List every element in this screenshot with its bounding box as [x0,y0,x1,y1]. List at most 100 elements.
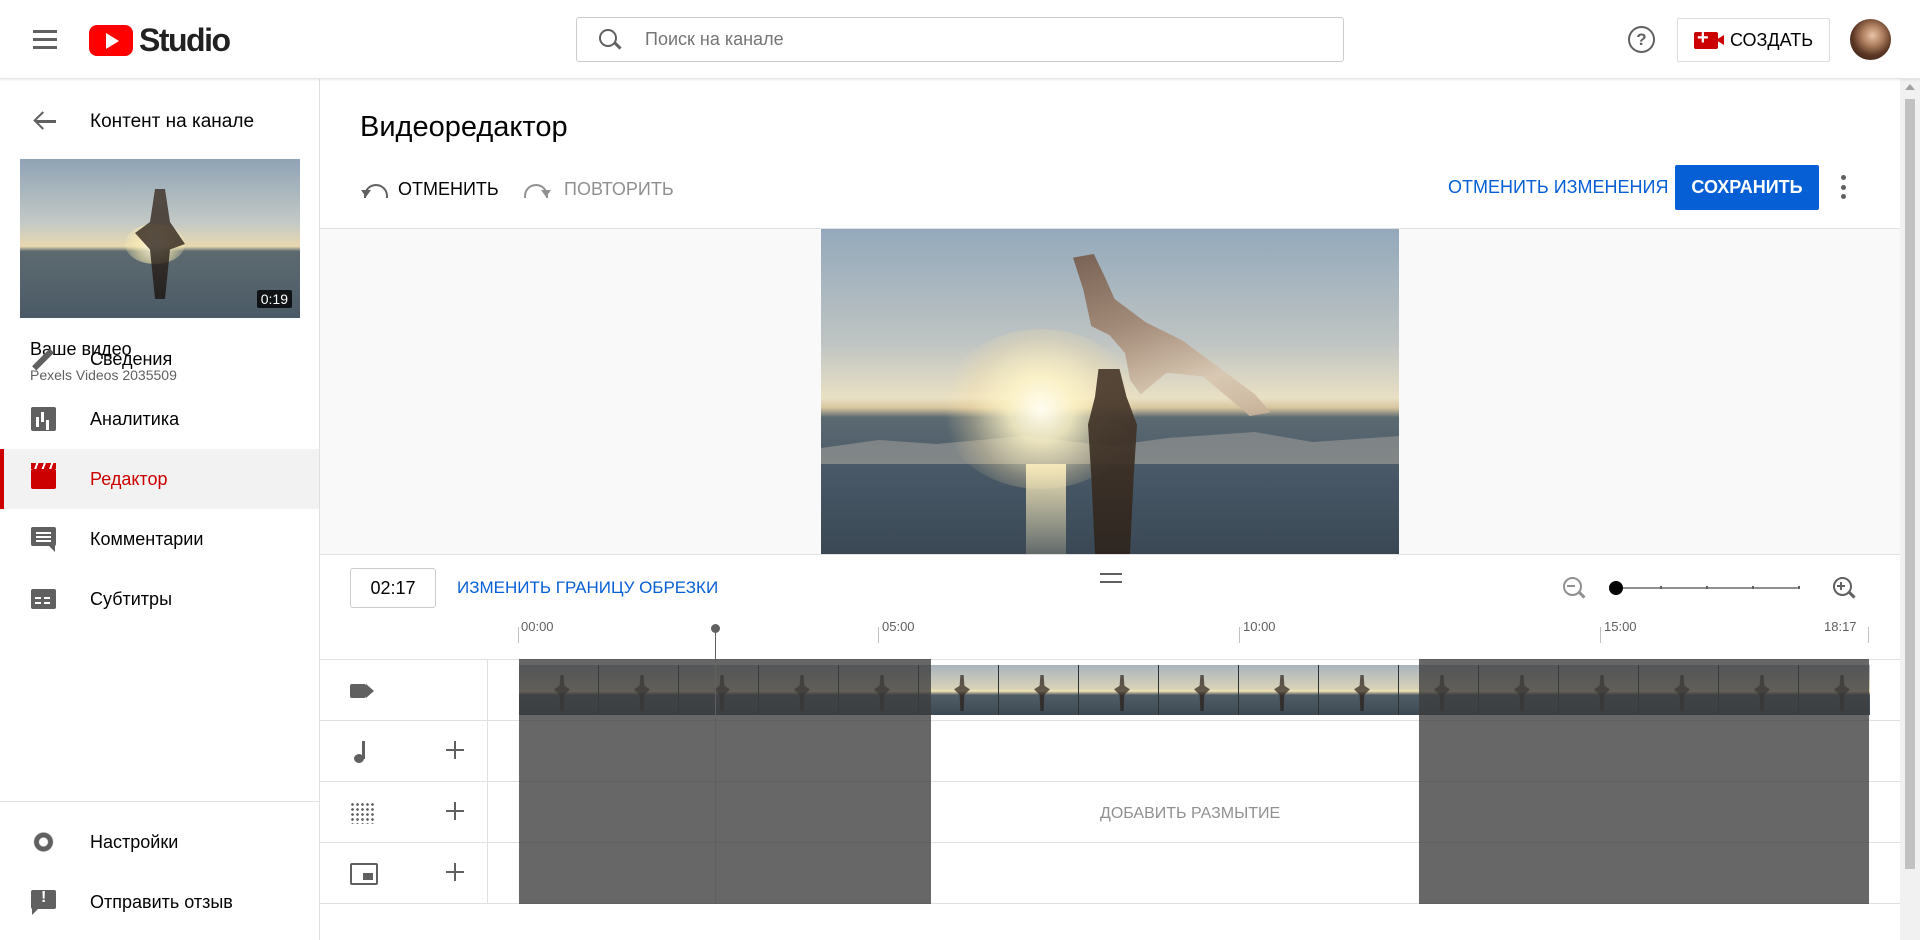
video-frame [1239,665,1319,715]
trimmed-region-left[interactable] [519,659,931,904]
back-label: Контент на канале [90,111,255,132]
playhead-line [715,629,716,904]
create-button[interactable]: СОЗДАТЬ [1677,18,1830,62]
add-blur-button[interactable]: ДОБАВИТЬ РАЗМЫТИЕ [1100,805,1280,823]
sidebar-item-label: Настройки [90,831,179,852]
undo-icon [360,180,388,198]
video-camera-icon [350,684,374,698]
preview-reflection [1026,464,1066,554]
add-audio-icon[interactable] [444,739,466,761]
edit-trim-button[interactable]: ИЗМЕНИТЬ ГРАНИЦУ ОБРЕЗКИ [457,578,718,598]
sidebar-item-label: Редактор [90,468,168,489]
ruler-label: 15:00 [1604,619,1637,634]
sidebar: Контент на канале 0:19 Ваше видео Pexels… [0,79,320,940]
sidebar-item-editor[interactable]: Редактор [0,449,319,509]
current-timecode[interactable]: 02:17 [350,568,436,608]
analytics-icon [31,407,56,431]
ruler-label: 00:00 [521,619,554,634]
search-input[interactable] [645,29,1245,50]
more-options-icon[interactable] [1840,175,1846,199]
timeline-ruler[interactable]: 00:00 05:00 10:00 15:00 18:17 [518,619,1870,643]
sidebar-item-details[interactable]: Сведения [0,329,319,389]
plus-sign [1840,582,1842,590]
resize-handle-icon[interactable] [1100,573,1122,583]
undo-button[interactable]: ОТМЕНИТЬ [360,171,499,207]
hamburger-menu-icon[interactable] [28,22,62,56]
music-note-icon [350,741,374,763]
sidebar-item-feedback[interactable]: Отправить отзыв [0,872,319,932]
zoom-in-icon[interactable] [1831,575,1857,601]
redo-icon [526,180,552,198]
sidebar-divider [0,801,319,802]
logo-text: Studio [139,22,231,58]
ruler-tick [518,627,519,643]
sidebar-item-comments[interactable]: Комментарии [0,509,319,569]
video-frame [1319,665,1399,715]
trimmed-region-right[interactable] [1419,659,1869,904]
track-header [320,782,488,842]
sidebar-item-analytics[interactable]: Аналитика [0,389,319,449]
ruler-label: 10:00 [1243,619,1276,634]
back-arrow-icon [34,111,56,131]
save-button[interactable]: СОХРАНИТЬ [1675,165,1819,210]
scroll-up-arrow-icon[interactable] [1905,84,1915,90]
zoom-tick [1752,586,1754,589]
search-icon [597,27,623,53]
sidebar-item-label: Сведения [90,348,173,369]
zoom-slider-handle[interactable] [1609,581,1623,595]
zoom-tick [1660,586,1662,589]
gear-icon [31,830,56,854]
zoom-tick [1798,586,1800,589]
video-frame [919,665,999,715]
editor-icon [31,463,56,489]
ruler-tick [878,627,879,643]
divider [320,554,1900,555]
create-label: СОЗДАТЬ [1729,29,1814,50]
subtitles-icon [31,589,56,609]
thumbnail-duration: 0:19 [256,290,292,308]
help-icon[interactable]: ? [1628,26,1655,53]
sidebar-item-label: Комментарии [90,528,204,549]
comment-icon [31,527,56,552]
redo-button[interactable]: ПОВТОРИТЬ [526,171,674,207]
sidebar-item-label: Отправить отзыв [90,891,233,912]
youtube-studio-logo[interactable]: Studio [89,22,231,59]
zoom-out-icon[interactable] [1561,575,1587,601]
undo-label: ОТМЕНИТЬ [398,178,499,199]
zoom-tick [1706,586,1708,589]
page-scrollbar[interactable] [1900,79,1920,940]
scrollbar-thumb[interactable] [1905,99,1915,869]
minus-sign [1567,585,1575,587]
track-header [320,721,488,781]
ruler-tick [1868,627,1869,643]
ruler-label: 05:00 [882,619,915,634]
account-avatar[interactable] [1850,19,1891,60]
video-frame [1079,665,1159,715]
video-frame [999,665,1079,715]
sidebar-item-label: Субтитры [90,588,173,609]
zoom-slider[interactable] [1609,579,1821,597]
redo-label: ПОВТОРИТЬ [564,178,674,199]
blur-icon [350,802,374,824]
search-box[interactable] [576,17,1344,62]
top-header: Studio ? СОЗДАТЬ [0,0,1920,79]
ruler-tick [1600,627,1601,643]
back-to-content-link[interactable]: Контент на канале [0,101,320,141]
youtube-logo-icon [89,25,133,56]
pencil-icon [31,347,56,371]
page-title: Видеоредактор [360,111,568,143]
track-header [320,843,488,903]
preview-area [320,229,1900,554]
sidebar-item-subtitles[interactable]: Субтитры [0,569,319,629]
video-preview[interactable] [821,229,1399,554]
video-thumbnail[interactable]: 0:19 [20,159,300,318]
feedback-icon [31,889,56,915]
sidebar-item-label: Аналитика [90,408,180,429]
end-screen-icon [350,863,378,885]
discard-changes-button[interactable]: ОТМЕНИТЬ ИЗМЕНЕНИЯ [1448,177,1669,198]
track-header [320,660,488,720]
add-end-screen-icon[interactable] [444,861,466,883]
sidebar-item-settings[interactable]: Настройки [0,812,319,872]
ruler-label: 18:17 [1824,619,1857,634]
add-blur-icon[interactable] [444,800,466,822]
